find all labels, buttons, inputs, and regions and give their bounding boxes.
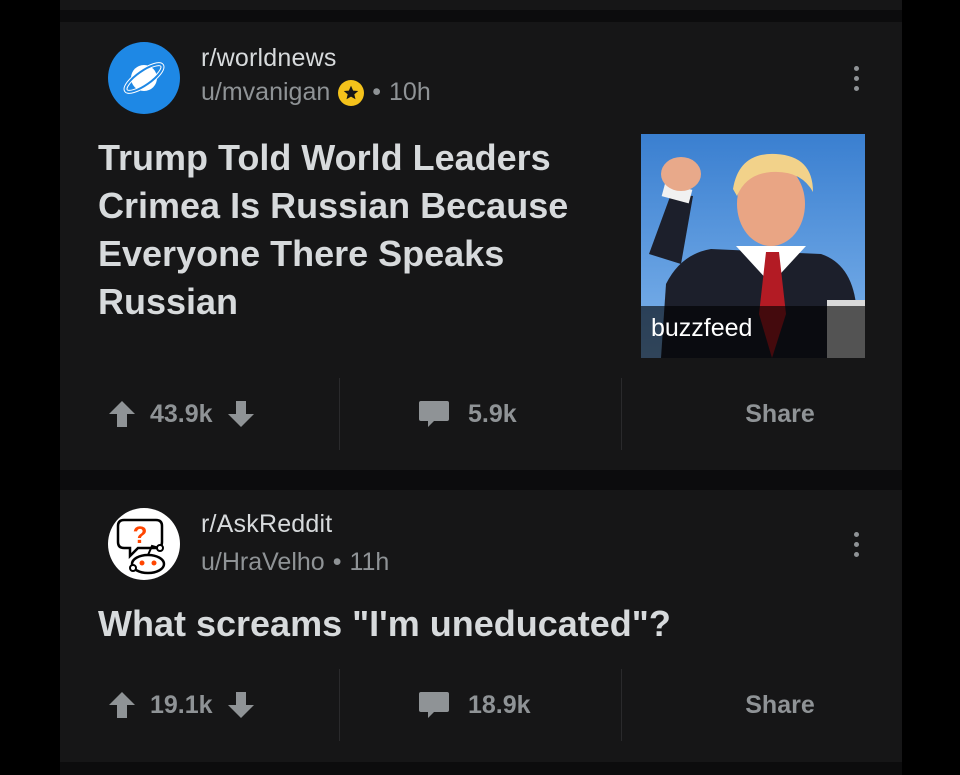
- meta-separator: •: [372, 78, 382, 106]
- subreddit-name[interactable]: r/AskReddit: [201, 510, 332, 539]
- post-title[interactable]: Trump Told World Leaders Crimea Is Russi…: [98, 134, 628, 326]
- share-label: Share: [745, 690, 815, 719]
- subreddit-name[interactable]: r/worldnews: [201, 44, 337, 73]
- post-actions: 43.9k 5.9k Share: [60, 378, 902, 450]
- previous-post-edge: [60, 0, 902, 10]
- comments-button[interactable]: 18.9k: [340, 670, 621, 740]
- comment-bubble-icon: [419, 692, 449, 718]
- thumbnail-domain-label: buzzfeed: [641, 306, 865, 358]
- post-actions: 19.1k 18.9k Share: [60, 669, 902, 741]
- share-label: Share: [745, 399, 815, 428]
- svg-text:?: ?: [133, 522, 148, 549]
- post-time: 11h: [349, 548, 390, 576]
- comment-count: 5.9k: [468, 399, 517, 428]
- subreddit-avatar-worldnews[interactable]: [108, 42, 180, 114]
- comments-button[interactable]: 5.9k: [340, 379, 621, 449]
- share-button[interactable]: Share: [622, 670, 902, 740]
- vote-controls: 19.1k: [60, 670, 339, 740]
- post-title[interactable]: What screams "I'm uneducated"?: [98, 600, 858, 648]
- more-options-icon[interactable]: [854, 532, 860, 557]
- post-time: 10h: [389, 78, 431, 106]
- post-thumbnail[interactable]: buzzfeed: [641, 134, 865, 358]
- post-meta: u/mvanigan • 10h: [201, 78, 431, 107]
- askreddit-alien-icon: ?: [116, 518, 166, 575]
- post-meta: u/HraVelho • 11h: [201, 548, 389, 577]
- comment-bubble-icon: [419, 401, 449, 427]
- subreddit-planet-icon: [123, 62, 165, 94]
- upvote-arrow-icon[interactable]: [108, 690, 136, 720]
- feed: r/worldnews u/mvanigan • 10h Trump Told …: [60, 0, 902, 775]
- downvote-arrow-icon[interactable]: [227, 399, 255, 429]
- downvote-arrow-icon[interactable]: [227, 690, 255, 720]
- vote-count: 43.9k: [150, 399, 213, 428]
- award-icon[interactable]: [338, 79, 365, 106]
- upvote-arrow-icon[interactable]: [108, 399, 136, 429]
- vote-controls: 43.9k: [60, 379, 339, 449]
- post-card-askreddit[interactable]: ? r/AskReddit u/HraVelho • 11h What scre…: [60, 490, 902, 762]
- vote-count: 19.1k: [150, 690, 213, 719]
- comment-count: 18.9k: [468, 690, 531, 719]
- meta-separator: •: [332, 548, 342, 576]
- subreddit-avatar-askreddit[interactable]: ?: [108, 508, 180, 580]
- more-options-icon[interactable]: [854, 66, 860, 91]
- post-card-worldnews[interactable]: r/worldnews u/mvanigan • 10h Trump Told …: [60, 22, 902, 470]
- share-button[interactable]: Share: [622, 379, 902, 449]
- author-name[interactable]: u/HraVelho: [201, 548, 325, 577]
- author-name[interactable]: u/mvanigan: [201, 78, 330, 107]
